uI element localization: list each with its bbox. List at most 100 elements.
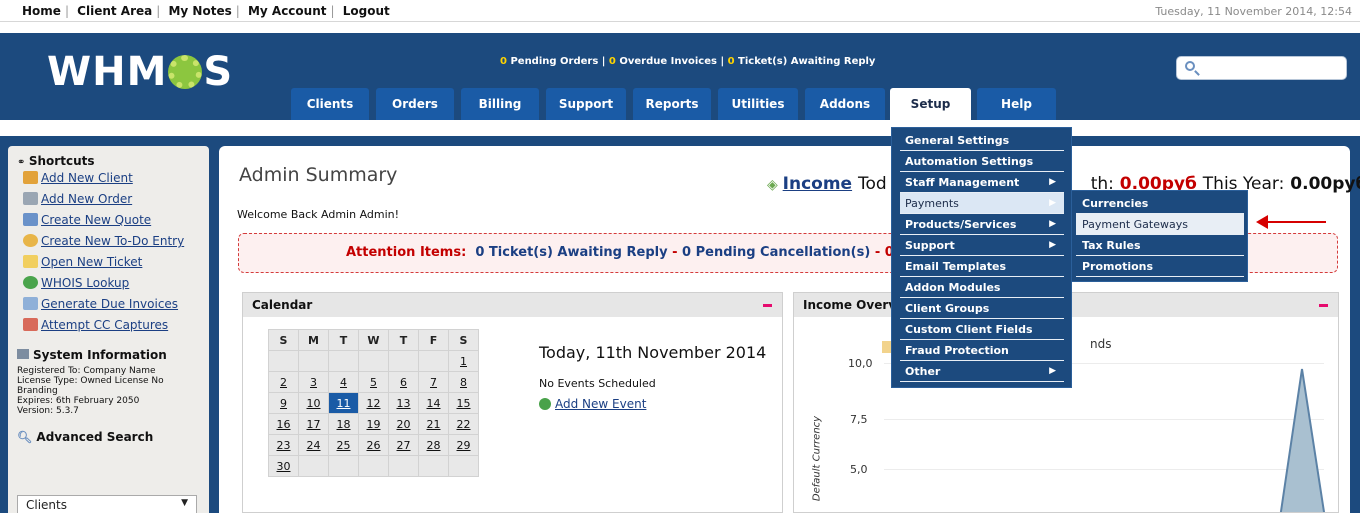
shortcut-attempt-cc[interactable]: Attempt CC Captures (17, 315, 200, 336)
my-notes-link[interactable]: My Notes (168, 4, 231, 18)
quote-icon (23, 213, 38, 226)
invoice-icon (23, 297, 38, 310)
calendar-empty-cell (298, 350, 329, 372)
calendar-empty-cell (388, 455, 419, 477)
tab-billing[interactable]: Billing (461, 88, 539, 120)
calendar-day-12[interactable]: 12 (358, 392, 389, 414)
submenu-item-payment-gateways[interactable]: Payment Gateways (1076, 214, 1244, 235)
tab-clients[interactable]: Clients (291, 88, 369, 120)
calendar-day-7[interactable]: 7 (418, 371, 449, 393)
shortcut-generate-invoices[interactable]: Generate Due Invoices (17, 294, 200, 315)
calendar-day-26[interactable]: 26 (358, 434, 389, 456)
calendar-day-5[interactable]: 5 (358, 371, 389, 393)
shortcut-create-todo[interactable]: Create New To-Do Entry (17, 231, 200, 252)
calendar-day-14[interactable]: 14 (418, 392, 449, 414)
calendar-day-19[interactable]: 19 (358, 413, 389, 435)
menu-item-automation-settings[interactable]: Automation Settings (900, 151, 1064, 172)
menu-item-staff-management[interactable]: Staff Management ▶ (900, 172, 1064, 193)
logout-link[interactable]: Logout (343, 4, 390, 18)
calendar-day-15[interactable]: 15 (448, 392, 479, 414)
calendar-day-8[interactable]: 8 (448, 371, 479, 393)
calendar-day-23[interactable]: 23 (268, 434, 299, 456)
menu-item-email-templates[interactable]: Email Templates (900, 256, 1064, 277)
calendar-day-2[interactable]: 2 (268, 371, 299, 393)
advanced-search-select[interactable]: Clients ▼ (17, 495, 197, 513)
pending-cancellations-link[interactable]: 0 Pending Cancellation(s) (682, 245, 870, 260)
tab-reports[interactable]: Reports (633, 88, 711, 120)
monitor-icon (17, 349, 29, 359)
tab-help[interactable]: Help (977, 88, 1056, 120)
shortcut-add-new-order[interactable]: Add New Order (17, 189, 200, 210)
calendar-day-13[interactable]: 13 (388, 392, 419, 414)
calendar-day-22[interactable]: 22 (448, 413, 479, 435)
calendar-grid: SMTWTFS 1 2 3 4 5 6 7 8 9 10 11 12 13 14 15 16 17 18 19 20 2… (268, 329, 479, 477)
submenu-item-currencies[interactable]: Currencies (1076, 193, 1244, 214)
today-heading: Today, 11th November 2014 (539, 343, 767, 362)
client-area-link[interactable]: Client Area (77, 4, 152, 18)
tickets-awaiting-link[interactable]: 0 Ticket(s) Awaiting Reply (475, 245, 667, 260)
tab-utilities[interactable]: Utilities (718, 88, 798, 120)
tab-orders[interactable]: Orders (376, 88, 454, 120)
calendar-day-25[interactable]: 25 (328, 434, 359, 456)
calendar-day-20[interactable]: 20 (388, 413, 419, 435)
calendar-day-17[interactable]: 17 (298, 413, 329, 435)
shortcut-open-new-ticket[interactable]: Open New Ticket (17, 252, 200, 273)
shortcut-create-new-quote[interactable]: Create New Quote (17, 210, 200, 231)
calendar-day-9[interactable]: 9 (268, 392, 299, 414)
tab-support[interactable]: Support (546, 88, 626, 120)
calendar-day-1[interactable]: 1 (448, 350, 479, 372)
link-icon: ⚭ (17, 157, 29, 168)
setup-dropdown-menu: General Settings Automation Settings Sta… (891, 127, 1072, 388)
menu-item-other[interactable]: Other ▶ (900, 361, 1064, 382)
menu-item-support[interactable]: Support ▶ (900, 235, 1064, 256)
menu-item-client-groups[interactable]: Client Groups (900, 298, 1064, 319)
calendar-day-27[interactable]: 27 (388, 434, 419, 456)
home-link[interactable]: Home (22, 4, 61, 18)
shortcut-add-new-client[interactable]: Add New Client (17, 168, 200, 189)
minimize-icon[interactable] (1319, 304, 1328, 307)
sidebar: ⚭ Shortcuts Add New Client Add New Order… (8, 146, 209, 513)
calendar-day-18[interactable]: 18 (328, 413, 359, 435)
calendar-day-21[interactable]: 21 (418, 413, 449, 435)
annotation-arrow-icon (1256, 215, 1326, 229)
search-input[interactable] (1176, 56, 1347, 80)
top-bar: Home | Client Area | My Notes | My Account |… (0, 0, 1360, 22)
page-title: Admin Summary (239, 164, 398, 186)
calendar-day-3[interactable]: 3 (298, 371, 329, 393)
menu-item-products-services[interactable]: Products/Services ▶ (900, 214, 1064, 235)
calendar-day-6[interactable]: 6 (388, 371, 419, 393)
calendar-empty-cell (418, 350, 449, 372)
calendar-empty-cell (388, 350, 419, 372)
tab-setup[interactable]: Setup (890, 88, 971, 120)
calendar-day-28[interactable]: 28 (418, 434, 449, 456)
calendar-day-29[interactable]: 29 (448, 434, 479, 456)
cart-icon (23, 192, 38, 205)
calendar-day-30[interactable]: 30 (268, 455, 299, 477)
calendar-day-11[interactable]: 11 (328, 392, 359, 414)
tab-addons[interactable]: Addons (805, 88, 885, 120)
income-link[interactable]: Income (783, 174, 852, 194)
my-account-link[interactable]: My Account (248, 4, 327, 18)
add-new-event-link[interactable]: Add New Event (539, 397, 646, 411)
calendar-day-4[interactable]: 4 (328, 371, 359, 393)
weekday-header: T (388, 329, 419, 351)
whmcs-logo[interactable]: WHM S (47, 52, 233, 92)
menu-item-fraud-protection[interactable]: Fraud Protection (900, 340, 1064, 361)
calendar-day-10[interactable]: 10 (298, 392, 329, 414)
minimize-icon[interactable] (763, 304, 772, 307)
gridline (884, 419, 1324, 420)
submenu-item-promotions[interactable]: Promotions (1076, 256, 1244, 277)
submenu-item-tax-rules[interactable]: Tax Rules (1076, 235, 1244, 256)
menu-item-custom-client-fields[interactable]: Custom Client Fields (900, 319, 1064, 340)
calendar-week-row: 1 (268, 350, 479, 372)
menu-item-payments[interactable]: Payments ▶ (900, 193, 1064, 214)
menu-item-addon-modules[interactable]: Addon Modules (900, 277, 1064, 298)
calendar-day-16[interactable]: 16 (268, 413, 299, 435)
calendar-empty-cell (418, 455, 449, 477)
credit-card-icon (23, 318, 38, 331)
weekday-header: S (448, 329, 479, 351)
calendar-day-24[interactable]: 24 (298, 434, 329, 456)
shortcut-whois-lookup[interactable]: WHOIS Lookup (17, 273, 200, 294)
y-tick: 7,5 (850, 413, 868, 426)
menu-item-general-settings[interactable]: General Settings (900, 130, 1064, 151)
